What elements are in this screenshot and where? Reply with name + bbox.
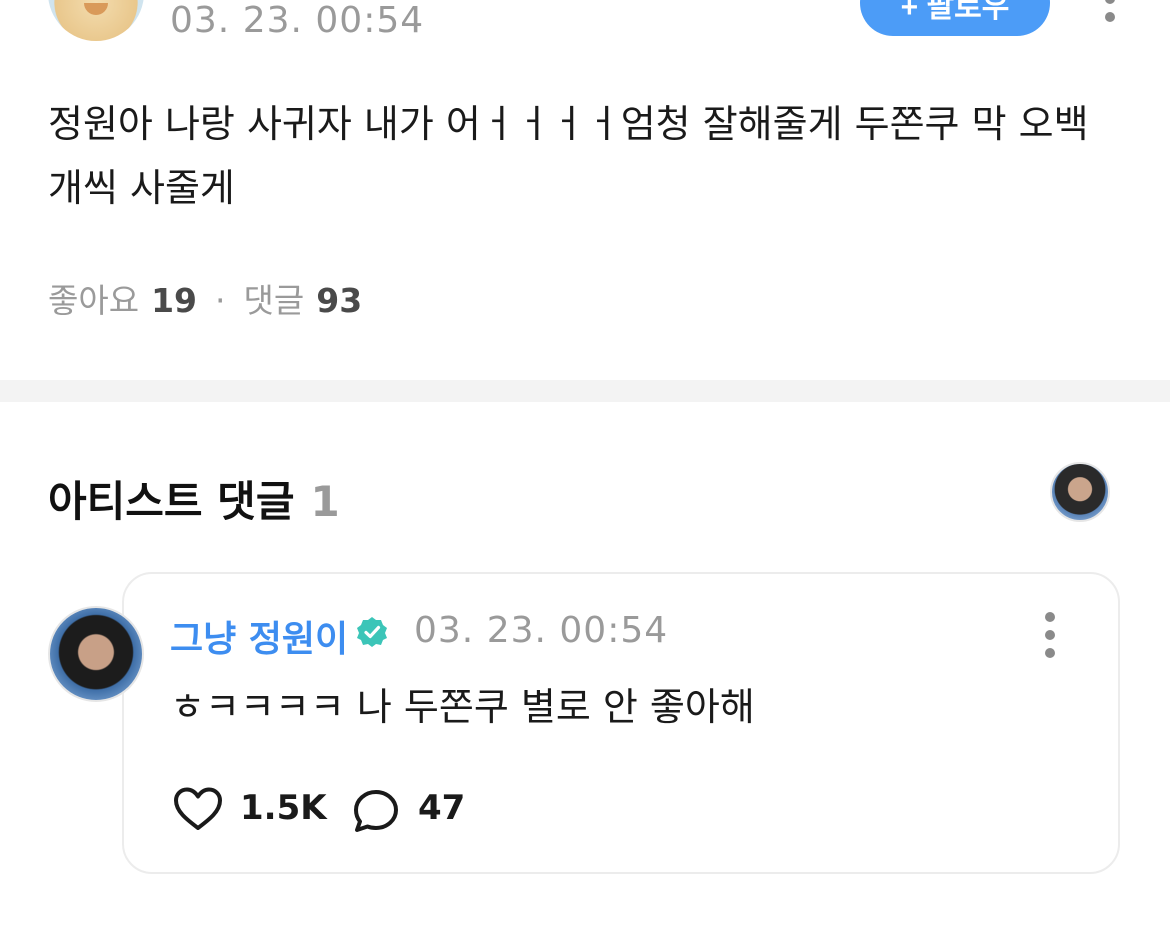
post-menu-icon[interactable]: [1098, 0, 1122, 34]
comment-author-avatar[interactable]: [48, 606, 144, 702]
artist-avatar-small[interactable]: [1050, 462, 1110, 522]
reply-bubble-icon[interactable]: [352, 788, 400, 834]
artist-comments-heading: 아티스트 댓글: [48, 477, 295, 526]
artist-comments-title: 아티스트 댓글 1: [48, 468, 340, 529]
post-body-text: 정원아 나랑 사귀자 내가 어ㅓㅓㅓㅓ엄청 잘해줄게 두쫀쿠 막 오백 개씩 사…: [48, 102, 1089, 210]
likes-label: 좋아요: [48, 281, 140, 320]
post-author-avatar[interactable]: [48, 0, 144, 41]
verified-badge-icon: [357, 617, 387, 647]
menu-dot: [1045, 648, 1055, 658]
comment-menu-icon[interactable]: [1038, 612, 1062, 658]
post-timestamp: 03. 23. 00:54: [170, 0, 425, 41]
menu-dot: [1045, 630, 1055, 640]
follow-button[interactable]: + 팔로우: [860, 0, 1050, 36]
reply-count: 47: [418, 788, 466, 828]
comment-timestamp: 03. 23. 00:54: [414, 610, 669, 651]
avatar-illustration: [84, 3, 108, 15]
heart-icon[interactable]: [172, 786, 224, 832]
stats-separator: ·: [215, 281, 226, 320]
comment-author-name[interactable]: 그냥 정원이: [170, 610, 348, 662]
menu-dot: [1105, 12, 1115, 22]
like-count: 1.5K: [240, 788, 327, 828]
comments-label[interactable]: 댓글: [244, 281, 305, 320]
artist-comments-count: 1: [310, 477, 340, 526]
comment-text: ㅎㅋㅋㅋㅋ 나 두쫀쿠 별로 안 좋아해: [170, 685, 755, 729]
section-divider: [0, 380, 1170, 402]
post-stats: 좋아요 19 · 댓글 93: [48, 274, 362, 322]
menu-dot: [1045, 612, 1055, 622]
menu-dot: [1105, 0, 1115, 4]
likes-count: 19: [151, 281, 198, 320]
comments-count: 93: [316, 281, 363, 320]
